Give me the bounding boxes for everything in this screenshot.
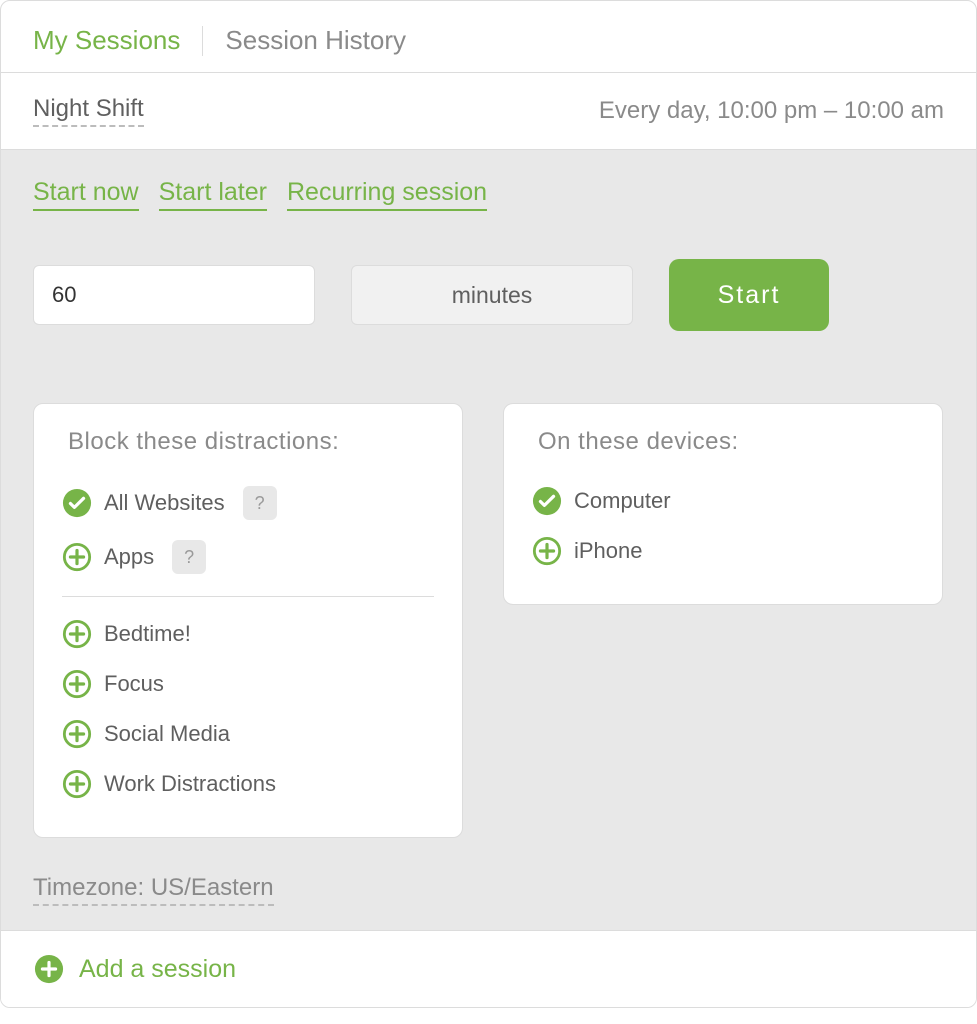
- block-card-title: Block these distractions:: [68, 428, 434, 456]
- block-item-label: All Websites: [104, 490, 225, 516]
- plus-circle-icon: [62, 619, 92, 649]
- tab-session-history[interactable]: Session History: [225, 25, 406, 56]
- block-distractions-card: Block these distractions: All Websites ?…: [33, 403, 463, 838]
- plus-circle-icon: [62, 669, 92, 699]
- help-icon[interactable]: ?: [243, 486, 277, 520]
- device-item-iphone[interactable]: iPhone: [532, 526, 914, 576]
- unit-select[interactable]: minutes: [351, 265, 633, 325]
- start-row: minutes Start: [33, 259, 944, 331]
- block-item-label: Focus: [104, 671, 164, 697]
- block-item-apps[interactable]: Apps ?: [62, 530, 434, 584]
- block-item-social-media[interactable]: Social Media: [62, 709, 434, 759]
- check-circle-icon: [532, 486, 562, 516]
- divider: [62, 596, 434, 597]
- start-button[interactable]: Start: [669, 259, 829, 331]
- device-item-computer[interactable]: Computer: [532, 476, 914, 526]
- block-item-label: Apps: [104, 544, 154, 570]
- mode-start-later[interactable]: Start later: [159, 178, 267, 211]
- block-item-label: Work Distractions: [104, 771, 276, 797]
- device-item-label: iPhone: [574, 538, 643, 564]
- check-circle-icon: [62, 488, 92, 518]
- sessions-window: My Sessions Session History Night Shift …: [0, 0, 977, 1008]
- plus-solid-icon: [33, 953, 65, 985]
- duration-input[interactable]: [33, 265, 315, 325]
- device-item-label: Computer: [574, 488, 671, 514]
- help-icon[interactable]: ?: [172, 540, 206, 574]
- devices-card: On these devices: Computer iPhone: [503, 403, 943, 605]
- block-item-work-distractions[interactable]: Work Distractions: [62, 759, 434, 809]
- block-item-label: Social Media: [104, 721, 230, 747]
- tab-separator: [202, 26, 203, 56]
- plus-circle-icon: [62, 769, 92, 799]
- session-schedule: Every day, 10:00 pm – 10:00 am: [599, 97, 944, 125]
- cards-row: Block these distractions: All Websites ?…: [33, 403, 944, 838]
- block-item-bedtime[interactable]: Bedtime!: [62, 609, 434, 659]
- block-item-label: Bedtime!: [104, 621, 191, 647]
- add-session-button[interactable]: Add a session: [1, 930, 976, 1007]
- plus-circle-icon: [62, 542, 92, 572]
- session-header: Night Shift Every day, 10:00 pm – 10:00 …: [1, 73, 976, 150]
- session-name-field[interactable]: Night Shift: [33, 95, 144, 127]
- tab-my-sessions[interactable]: My Sessions: [33, 25, 180, 56]
- devices-card-title: On these devices:: [538, 428, 914, 456]
- mode-recurring[interactable]: Recurring session: [287, 178, 487, 211]
- tabs-bar: My Sessions Session History: [1, 1, 976, 73]
- block-item-focus[interactable]: Focus: [62, 659, 434, 709]
- mode-links: Start now Start later Recurring session: [33, 178, 944, 211]
- plus-circle-icon: [62, 719, 92, 749]
- session-panel: Start now Start later Recurring session …: [1, 150, 976, 930]
- block-item-all-websites[interactable]: All Websites ?: [62, 476, 434, 530]
- timezone-field[interactable]: Timezone: US/Eastern: [33, 874, 274, 906]
- add-session-label: Add a session: [79, 955, 236, 984]
- mode-start-now[interactable]: Start now: [33, 178, 139, 211]
- plus-circle-icon: [532, 536, 562, 566]
